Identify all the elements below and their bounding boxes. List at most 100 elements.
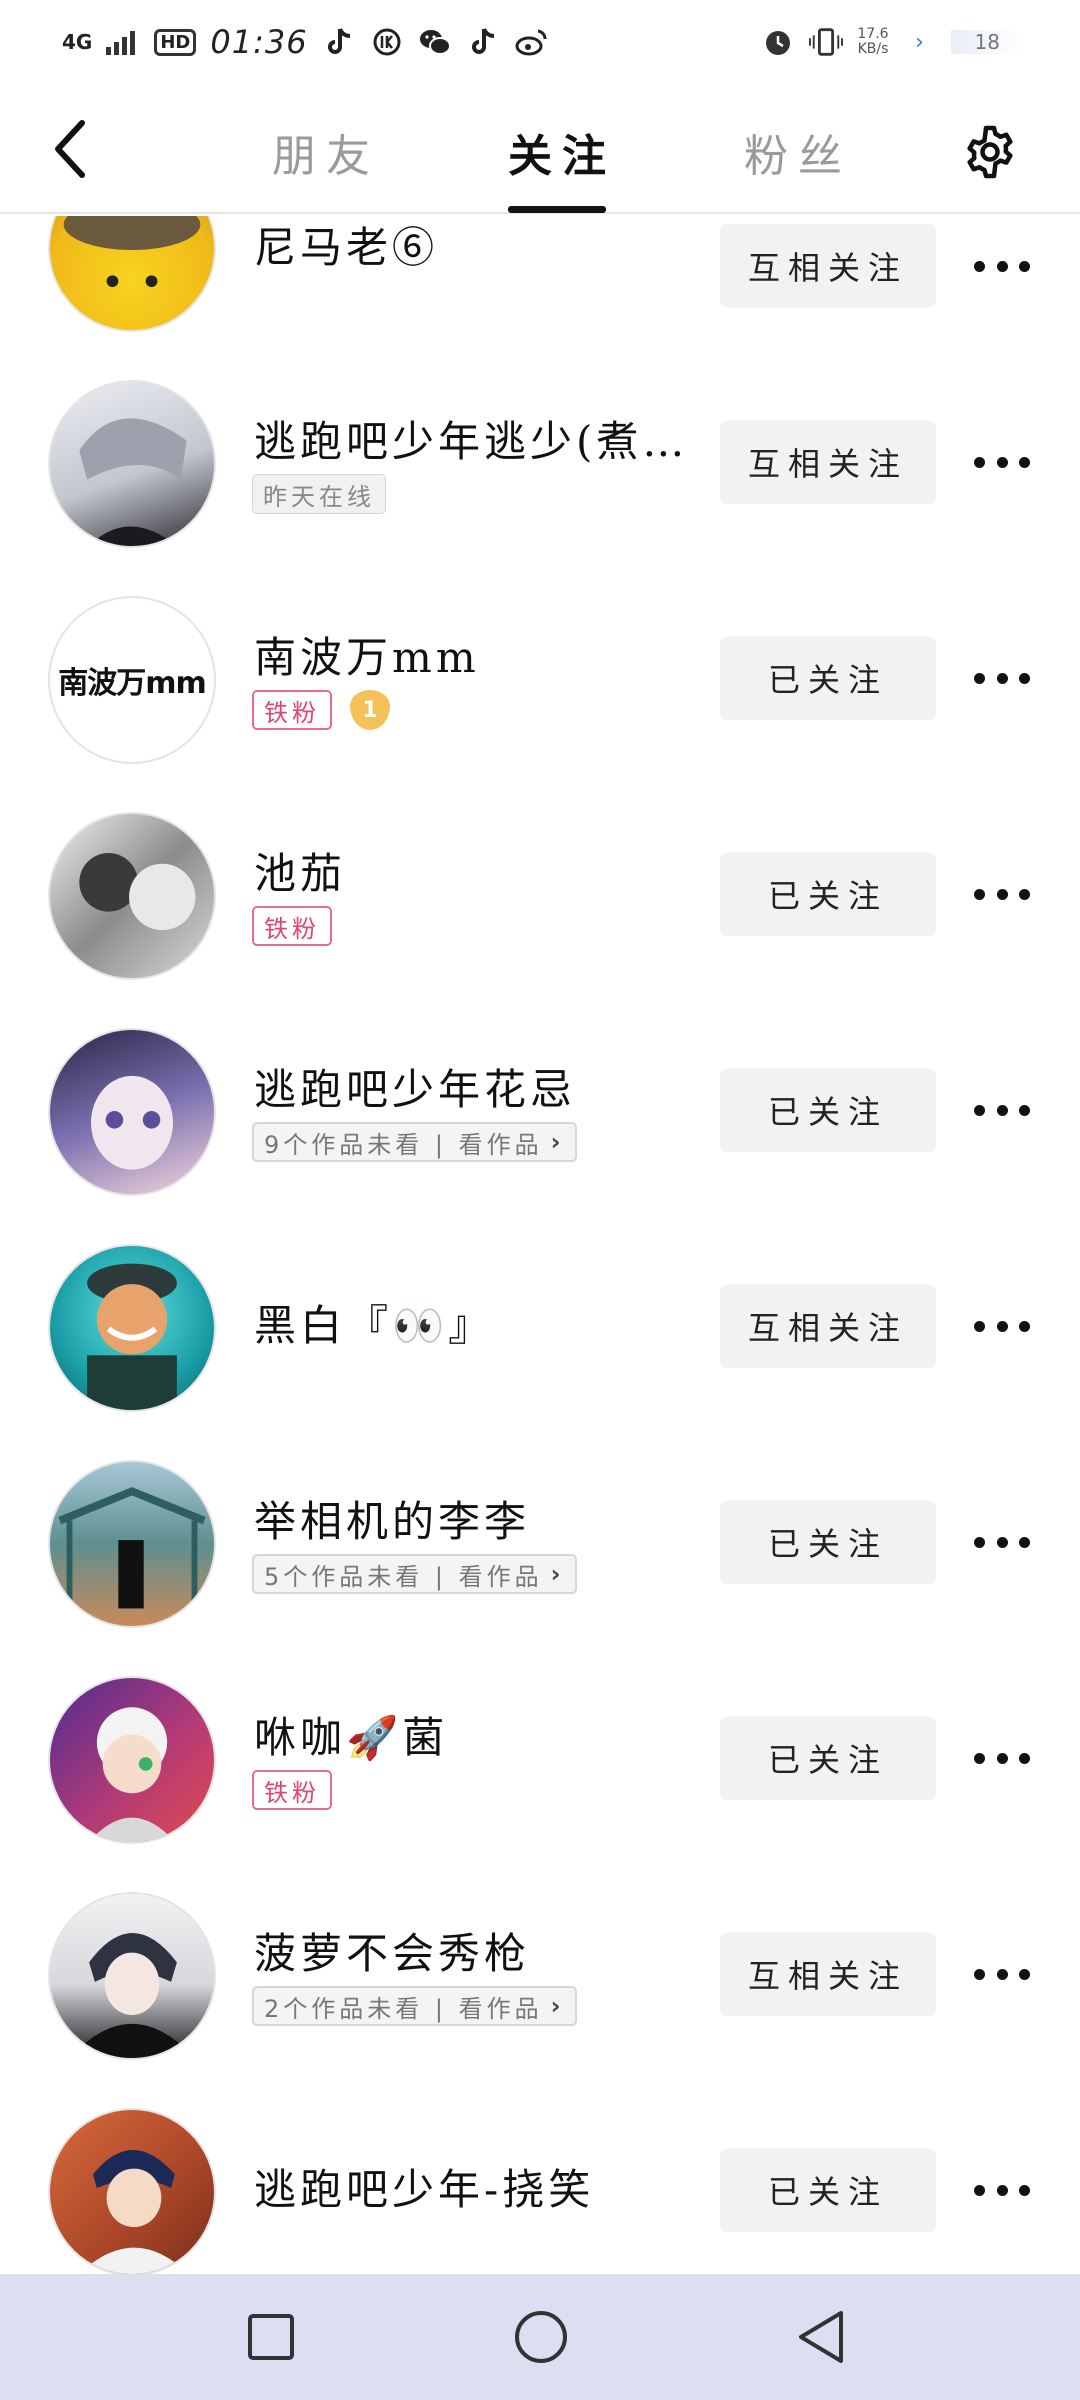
vibrate-icon (809, 25, 844, 59)
list-item[interactable]: 逃跑吧少年花忌 9个作品未看 | 看作品 › 已关注 (0, 1018, 1080, 1234)
status-bar: 4G HD 01:36 17.6 KB/s › 18 (0, 0, 1080, 84)
follow-status-button[interactable]: 互相关注 (720, 1932, 936, 2016)
more-options-button[interactable] (974, 1738, 1030, 1778)
settings-button[interactable] (962, 124, 1018, 180)
app-icon (370, 25, 404, 59)
unwatched-works-text: 9个作品未看 | 看作品 (264, 1130, 543, 1159)
online-status-badge: 昨天在线 (252, 474, 386, 514)
list-item[interactable]: 举相机的李李 5个作品未看 | 看作品 › 已关注 (0, 1450, 1080, 1666)
avatar[interactable] (48, 812, 216, 980)
list-item[interactable]: 逃跑吧少年-挠笑 已关注 (0, 2098, 1080, 2274)
wechat-icon (418, 25, 452, 59)
home-button[interactable] (510, 2306, 572, 2368)
triangle-back-icon (799, 2311, 843, 2363)
speed-unit: KB/s (857, 41, 889, 57)
more-options-button[interactable] (974, 1306, 1030, 1346)
follow-status-button[interactable]: 互相关注 (720, 1284, 936, 1368)
status-right: 17.6 KB/s › 18 (761, 25, 1024, 59)
list-item[interactable]: 咻咖🚀菌 铁粉 已关注 (0, 1666, 1080, 1882)
signal-icon (106, 25, 140, 59)
more-options-button[interactable] (974, 246, 1030, 286)
tiktok-icon-2 (466, 25, 500, 59)
follow-status-button[interactable]: 已关注 (720, 1068, 936, 1152)
user-name: 举相机的李李 (254, 1497, 531, 1546)
network-speed: 17.6 KB/s (857, 27, 888, 57)
more-options-button[interactable] (974, 442, 1030, 482)
more-options-button[interactable] (974, 1954, 1030, 1994)
follow-status-button[interactable]: 已关注 (720, 2148, 936, 2232)
user-name: 黑白『👀』 (254, 1301, 495, 1350)
avatar[interactable] (48, 1676, 216, 1844)
avatar[interactable] (48, 1892, 216, 2060)
chevron-right-icon: › (550, 1128, 565, 1156)
follow-status-button[interactable]: 已关注 (720, 1716, 936, 1800)
user-name: 池茄 (254, 849, 347, 898)
more-options-button[interactable] (974, 658, 1030, 698)
unwatched-works-text: 2个作品未看 | 看作品 (264, 1994, 543, 2023)
iron-fan-badge: 铁粉 (252, 690, 332, 730)
follow-status-button[interactable]: 互相关注 (720, 420, 936, 504)
list-item[interactable]: 菠萝不会秀枪 2个作品未看 | 看作品 › 互相关注 (0, 1882, 1080, 2098)
user-name: 逃跑吧少年逃少(煮… (254, 417, 689, 466)
iron-fan-badge: 铁粉 (252, 1770, 332, 1810)
tiktok-icon (322, 25, 356, 59)
user-name: 逃跑吧少年-挠笑 (254, 2165, 595, 2214)
speed-value: 17.6 (857, 26, 889, 42)
active-tab-indicator (508, 206, 606, 213)
circle-icon (515, 2311, 567, 2363)
back-arrow-icon (55, 120, 85, 178)
list-item[interactable]: 尼马老⑥ 互相关注 (0, 216, 1080, 370)
battery-level: 18 (950, 30, 1024, 54)
user-name: 南波万mm (254, 633, 480, 682)
iron-fan-badge: 铁粉 (252, 906, 332, 946)
avatar[interactable]: 南波万mm (48, 596, 216, 764)
recent-apps-button[interactable] (240, 2306, 302, 2368)
unwatched-works-badge[interactable]: 9个作品未看 | 看作品 › (252, 1122, 577, 1162)
clock: 01:36 (210, 23, 308, 61)
square-icon (248, 2314, 294, 2360)
gear-icon (967, 125, 1013, 179)
follow-status-button[interactable]: 已关注 (720, 636, 936, 720)
top-navigation: 朋友 关注 粉丝 (0, 84, 1080, 214)
avatar[interactable] (48, 2108, 216, 2274)
unwatched-works-badge[interactable]: 5个作品未看 | 看作品 › (252, 1554, 577, 1594)
more-options-button[interactable] (974, 1522, 1030, 1562)
more-options-button[interactable] (974, 2170, 1030, 2210)
list-item[interactable]: 池茄 铁粉 已关注 (0, 802, 1080, 1018)
list-item[interactable]: 逃跑吧少年逃少(煮… 昨天在线 互相关注 (0, 370, 1080, 586)
hd-indicator: HD (154, 28, 197, 56)
chevron-right-icon: › (915, 29, 924, 55)
weibo-icon (514, 25, 548, 59)
unwatched-works-text: 5个作品未看 | 看作品 (264, 1562, 543, 1591)
more-options-button[interactable] (974, 874, 1030, 914)
user-name: 逃跑吧少年花忌 (254, 1065, 577, 1114)
tab-friends[interactable]: 朋友 (272, 120, 380, 184)
status-left: 4G HD 01:36 (62, 23, 548, 61)
list-item[interactable]: 南波万mm 南波万mm 铁粉 1 已关注 (0, 586, 1080, 802)
unwatched-works-badge[interactable]: 2个作品未看 | 看作品 › (252, 1986, 577, 2026)
list-item[interactable]: 黑白『👀』 互相关注 (0, 1234, 1080, 1450)
alarm-icon (761, 25, 795, 59)
system-navigation-bar (0, 2274, 1080, 2400)
follow-status-button[interactable]: 互相关注 (720, 224, 936, 308)
network-indicator: 4G (62, 30, 93, 54)
following-list[interactable]: 尼马老⑥ 互相关注 逃跑吧少年逃少(煮… 昨天在线 互相关注 南波万mm 南波万… (0, 216, 1080, 2274)
avatar[interactable] (48, 380, 216, 548)
follow-status-button[interactable]: 已关注 (720, 852, 936, 936)
avatar[interactable] (48, 1028, 216, 1196)
follow-status-button[interactable]: 已关注 (720, 1500, 936, 1584)
avatar[interactable] (48, 1460, 216, 1628)
user-name: 菠萝不会秀枪 (254, 1929, 531, 1978)
avatar-text: 南波万mm (58, 666, 207, 701)
tab-fans[interactable]: 粉丝 (744, 120, 852, 184)
back-button[interactable] (40, 114, 100, 184)
fan-level-badge: 1 (350, 690, 390, 730)
user-name: 尼马老⑥ (254, 223, 439, 272)
avatar[interactable] (48, 1244, 216, 1412)
chevron-right-icon: › (550, 1560, 565, 1588)
avatar[interactable] (48, 216, 216, 332)
back-nav-button[interactable] (790, 2306, 852, 2368)
more-options-button[interactable] (974, 1090, 1030, 1130)
chevron-right-icon: › (550, 1992, 565, 2020)
tab-following[interactable]: 关注 (508, 120, 616, 184)
